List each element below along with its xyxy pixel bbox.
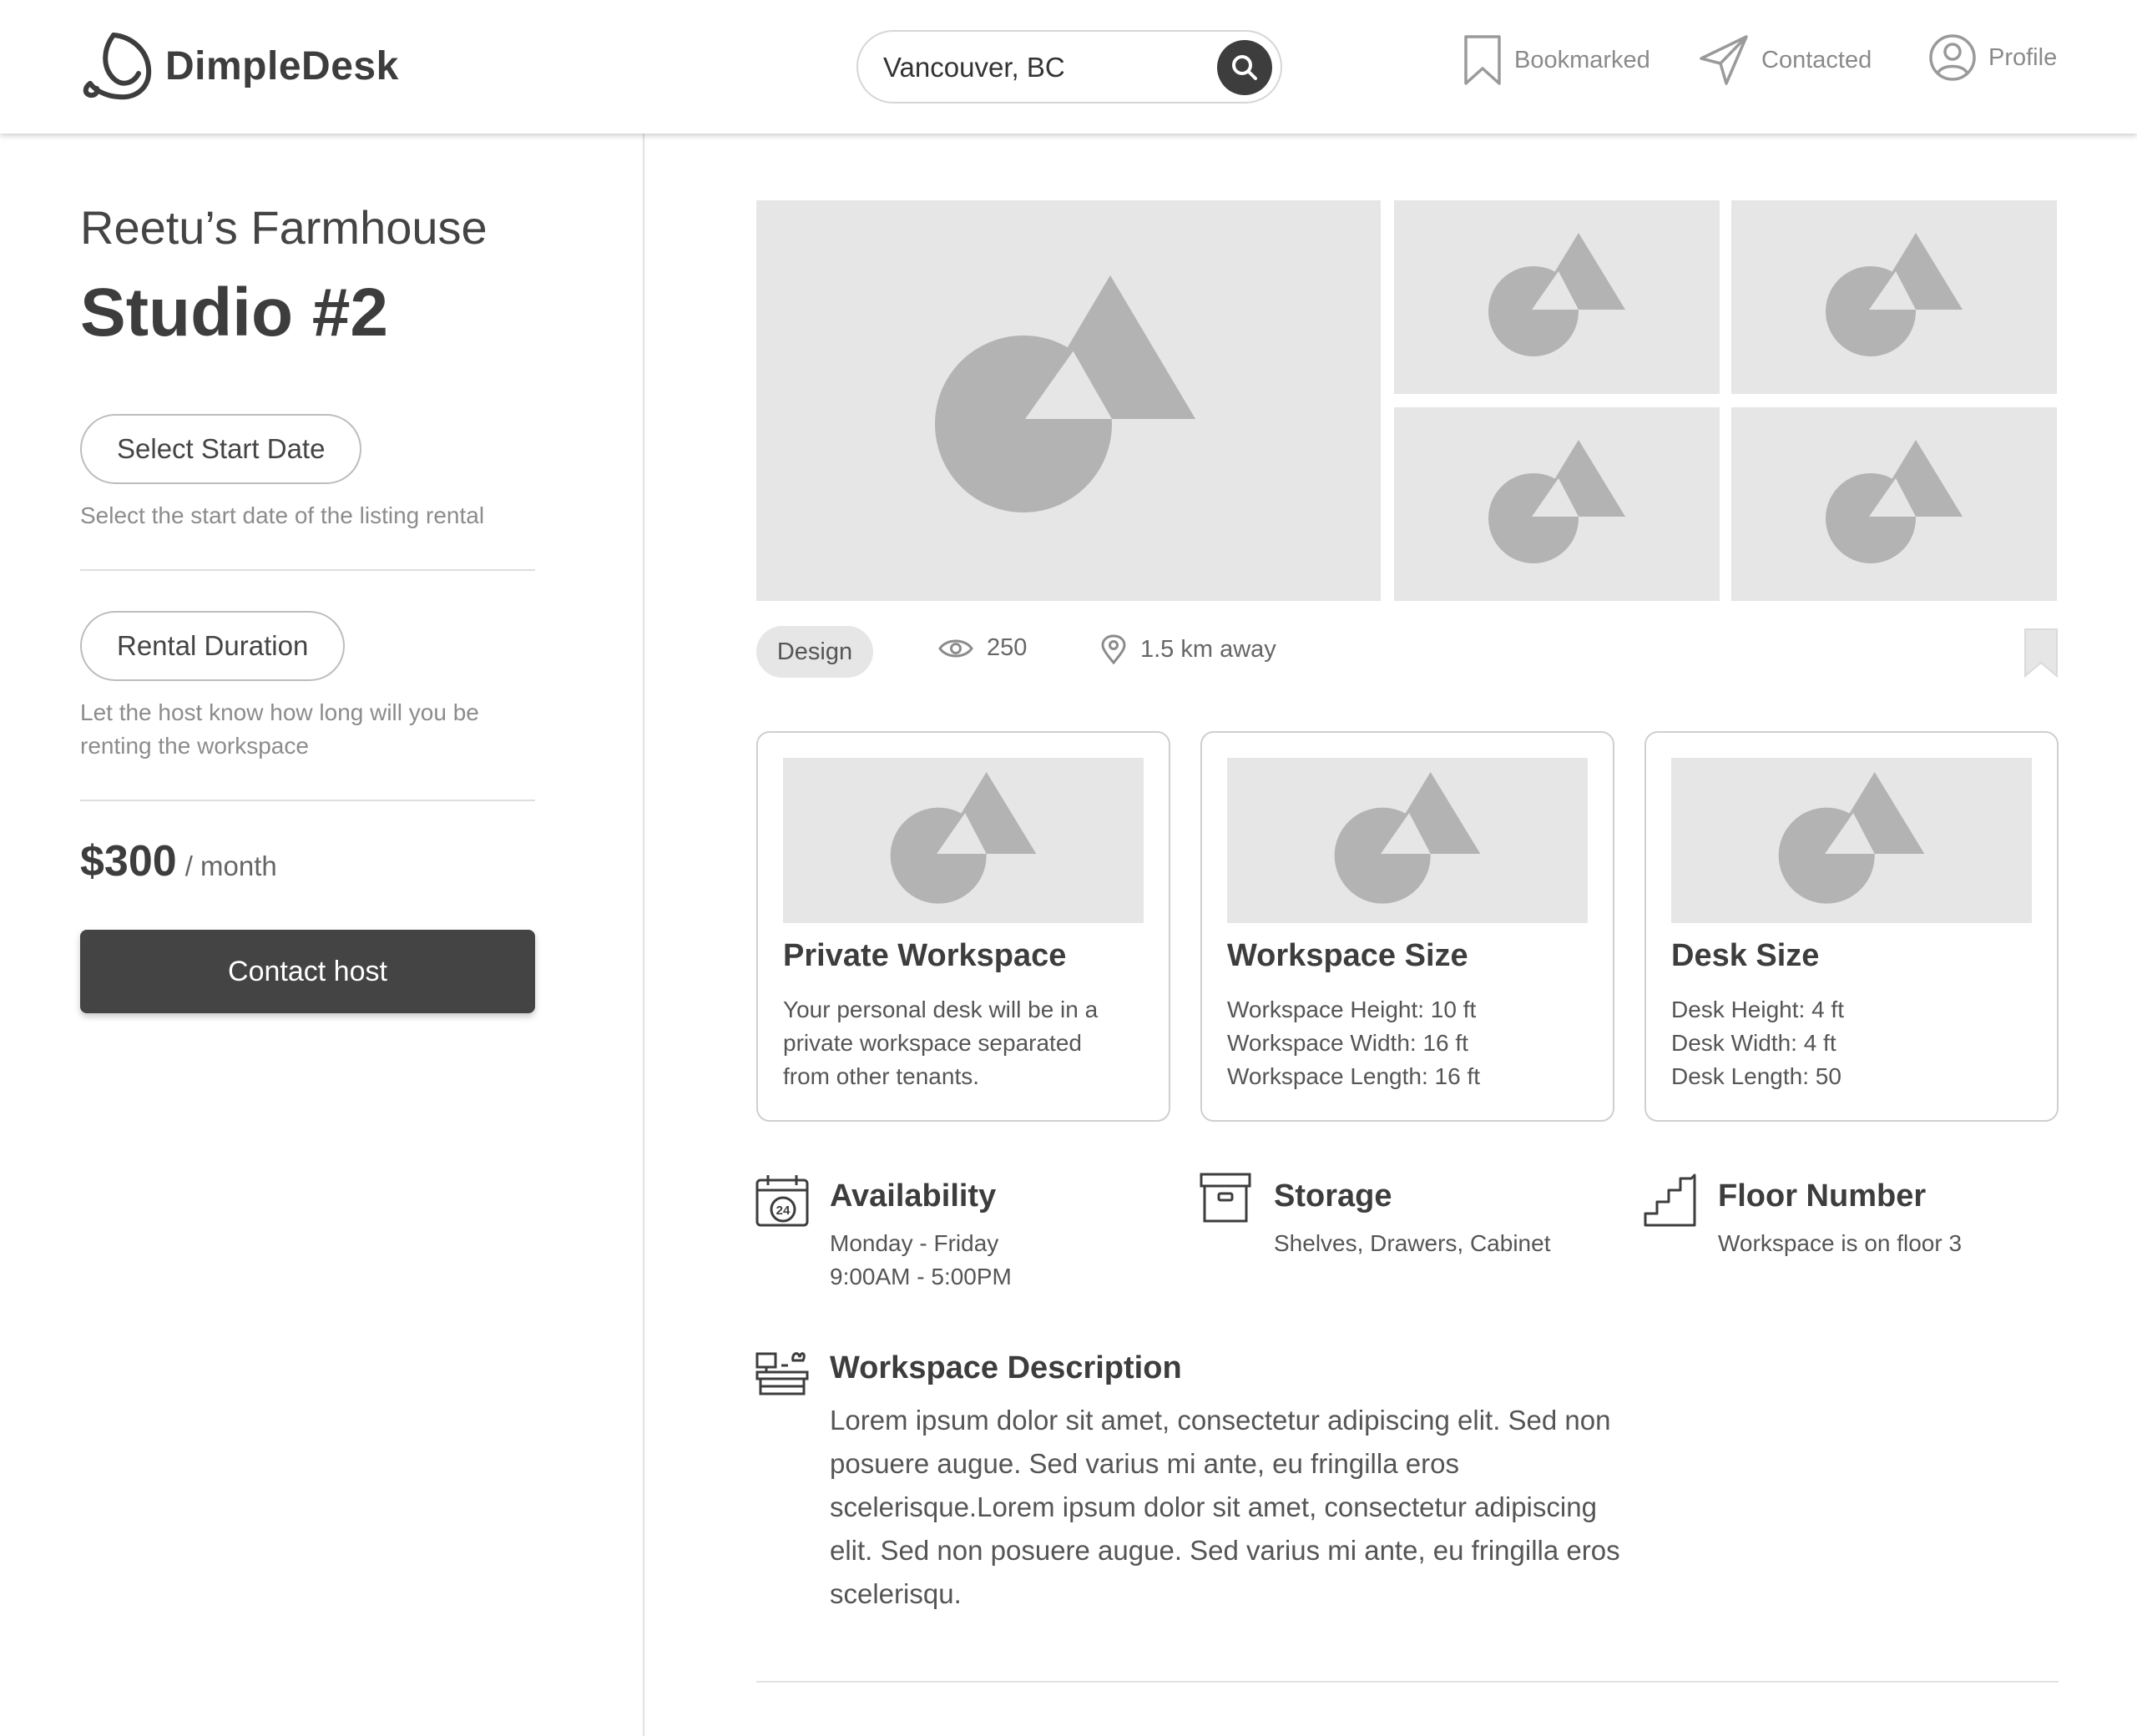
image-placeholder-icon <box>935 275 1195 512</box>
nav-contacted-label: Contacted <box>1761 46 1872 73</box>
image-placeholder-icon <box>1778 772 1925 904</box>
desk-icon <box>755 1352 809 1395</box>
feature-line: Workspace Width: 16 ft <box>1227 1030 1468 1056</box>
divider <box>80 569 535 571</box>
panel-divider <box>643 134 644 1736</box>
divider <box>80 800 535 801</box>
location-pin-icon <box>1101 634 1126 664</box>
feature-line: private workspace separated <box>783 1030 1082 1056</box>
select-start-date-button[interactable]: Select Start Date <box>80 414 362 484</box>
rental-duration-help: Let the host know how long will you be r… <box>80 699 479 759</box>
image-placeholder-icon <box>890 772 1037 904</box>
image-placeholder-icon <box>1488 233 1625 356</box>
feature-line: Your personal desk will be in a <box>783 997 1099 1022</box>
feature-title: Private Workspace <box>783 938 1067 973</box>
top-header: DimpleDesk Bookmarked Contacted Profile <box>0 0 2137 134</box>
gallery-main-image[interactable] <box>756 200 1381 601</box>
search-icon <box>1232 55 1257 80</box>
app-name: DimpleDesk <box>165 43 399 88</box>
feature-title: Desk Size <box>1671 938 1820 973</box>
image-placeholder-icon <box>1826 440 1963 563</box>
start-date-help: Select the start date of the listing ren… <box>80 502 485 528</box>
feature-line: Workspace Length: 16 ft <box>1227 1063 1480 1089</box>
nav-profile-label: Profile <box>1988 43 2058 71</box>
bookmark-icon <box>1464 35 1501 85</box>
eye-icon <box>938 639 973 657</box>
nav-profile[interactable]: Profile <box>1928 33 2057 82</box>
availability-hours: 9:00AM - 5:00PM <box>830 1264 1012 1289</box>
gallery-thumb[interactable] <box>1394 407 1720 601</box>
feature-image <box>1671 758 2032 923</box>
views-value: 250 <box>987 634 1028 661</box>
profile-icon <box>1929 34 1976 81</box>
dimple-logo-icon <box>83 33 152 100</box>
distance-value: 1.5 km away <box>1140 635 1276 663</box>
description-title: Workspace Description <box>830 1350 1182 1385</box>
feature-card: Private Workspace Your personal desk wil… <box>756 731 1170 1122</box>
logo[interactable]: DimpleDesk <box>80 30 399 102</box>
feature-line: Workspace Height: 10 ft <box>1227 997 1477 1022</box>
feature-image <box>783 758 1144 923</box>
feature-image <box>1227 758 1588 923</box>
listing-subtitle: Reetu’s Farmhouse <box>80 201 488 254</box>
archive-box-icon <box>1200 1173 1251 1223</box>
availability-title: Availability <box>830 1178 997 1214</box>
nav-bookmarked-label: Bookmarked <box>1514 46 1650 73</box>
bookmark-icon <box>2024 628 2058 679</box>
floor-text: Workspace is on floor 3 <box>1718 1230 1963 1256</box>
search-button[interactable] <box>1217 40 1272 95</box>
image-placeholder-icon <box>1826 233 1963 356</box>
feature-description: Workspace Height: 10 ft Workspace Width:… <box>1227 993 1594 1093</box>
divider <box>756 1681 2059 1683</box>
price-amount: $300 <box>80 837 177 886</box>
views-count: 250 <box>938 634 1027 662</box>
nav-contacted[interactable]: Contacted <box>1698 33 1872 87</box>
listing-title: Studio #2 <box>80 275 389 351</box>
description-text: Lorem ipsum dolor sit amet, consectetur … <box>830 1405 1620 1609</box>
feature-description: Desk Height: 4 ft Desk Width: 4 ft Desk … <box>1671 993 2038 1093</box>
image-placeholder-icon <box>1334 772 1481 904</box>
stairs-icon <box>1644 1173 1696 1227</box>
gallery-thumb[interactable] <box>1394 200 1720 394</box>
distance: 1.5 km away <box>1100 634 1276 664</box>
price: $300 / month <box>80 836 277 886</box>
storage-text: Shelves, Drawers, Cabinet <box>1274 1230 1551 1256</box>
svg-text:24: 24 <box>776 1204 791 1218</box>
nav-bookmarked[interactable]: Bookmarked <box>1463 33 1650 87</box>
feature-line: from other tenants. <box>783 1063 980 1089</box>
price-unit: / month <box>184 850 277 881</box>
feature-line: Desk Width: 4 ft <box>1671 1030 1836 1056</box>
category-tag[interactable]: Design <box>756 626 873 678</box>
gallery-thumb[interactable] <box>1731 407 2057 601</box>
feature-title: Workspace Size <box>1227 938 1468 973</box>
feature-description: Your personal desk will be in a private … <box>783 993 1150 1093</box>
floor-title: Floor Number <box>1718 1178 1927 1214</box>
availability-days: Monday - Friday <box>830 1230 999 1256</box>
storage-title: Storage <box>1274 1178 1392 1214</box>
feature-line: Desk Length: 50 <box>1671 1063 1841 1089</box>
send-icon <box>1700 35 1748 85</box>
rental-duration-button[interactable]: Rental Duration <box>80 611 346 681</box>
bookmark-listing-button[interactable] <box>2023 628 2059 682</box>
location-search <box>856 30 1282 103</box>
calendar-24-icon: 24 <box>755 1175 809 1227</box>
feature-card: Desk Size Desk Height: 4 ft Desk Width: … <box>1644 731 2059 1122</box>
image-placeholder-icon <box>1488 440 1625 563</box>
contact-host-button[interactable]: Contact host <box>80 930 535 1013</box>
search-input[interactable] <box>883 47 1200 88</box>
gallery-thumb[interactable] <box>1731 200 2057 394</box>
feature-line: Desk Height: 4 ft <box>1671 997 1844 1022</box>
feature-card: Workspace Size Workspace Height: 10 ft W… <box>1200 731 1614 1122</box>
